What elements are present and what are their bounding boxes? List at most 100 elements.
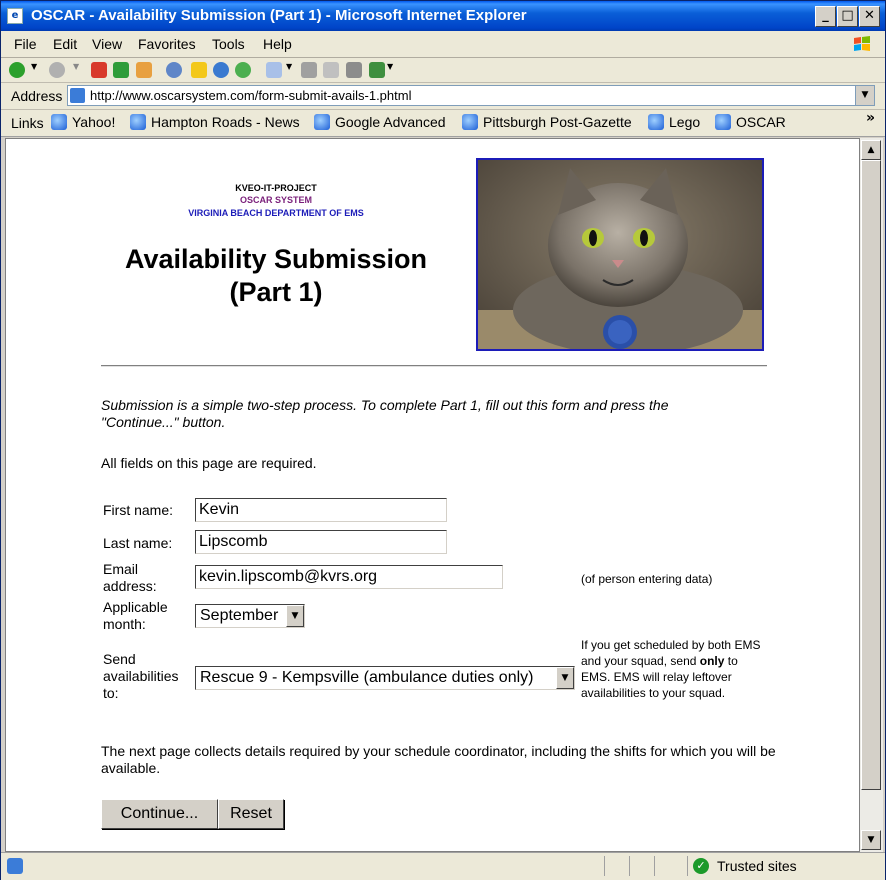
mail-dropdown-icon[interactable]: ▼	[286, 62, 294, 78]
send-to-select[interactable]: Rescue 9 - Kempsville (ambulance duties …	[195, 666, 575, 690]
forward-icon[interactable]	[49, 62, 65, 78]
vertical-scrollbar[interactable]: ▲ ▼	[860, 138, 883, 852]
link-yahoo[interactable]: Yahoo!	[51, 114, 115, 130]
title-bar[interactable]: e OSCAR - Availability Submission (Part …	[1, 1, 885, 31]
standard-toolbar: ▼ ▼ ▼ ▼	[1, 58, 885, 83]
discuss-icon[interactable]	[346, 62, 362, 78]
ie-page-icon	[648, 114, 664, 130]
send-label-line-3: to:	[103, 685, 119, 701]
email-input[interactable]	[195, 565, 503, 589]
stop-icon[interactable]	[91, 62, 107, 78]
email-note: (of person entering data)	[581, 572, 713, 586]
chevron-down-icon[interactable]: ▼	[286, 605, 304, 627]
chevron-more-icon[interactable]: »	[866, 110, 875, 126]
email-label: Email address:	[103, 561, 157, 595]
first-name-label: First name:	[103, 502, 174, 518]
continue-button[interactable]: Continue...	[101, 799, 218, 829]
divider	[101, 365, 767, 367]
scroll-up-icon[interactable]: ▲	[861, 140, 881, 160]
media-icon[interactable]	[213, 62, 229, 78]
ie-page-icon	[314, 114, 330, 130]
send-label-line-1: Send	[103, 651, 136, 667]
email-label-line-2: address:	[103, 578, 157, 594]
link-oscar[interactable]: OSCAR	[715, 114, 786, 130]
menu-tools[interactable]: Tools	[212, 36, 245, 52]
org-line-1: KVEO-IT-PROJECT	[235, 183, 317, 193]
page-status-icon	[7, 858, 23, 874]
send-to-select-value: Rescue 9 - Kempsville (ambulance duties …	[200, 669, 534, 686]
last-name-input[interactable]	[195, 530, 447, 554]
month-label-line-1: Applicable	[103, 599, 168, 615]
address-dropdown-icon[interactable]: ▼	[855, 86, 874, 105]
address-bar: Address http://www.oscarsystem.com/form-…	[1, 83, 885, 110]
link-pittsburgh-label: Pittsburgh Post-Gazette	[483, 114, 632, 130]
reset-button[interactable]: Reset	[218, 799, 284, 829]
first-name-input[interactable]	[195, 498, 447, 522]
back-icon[interactable]	[9, 62, 25, 78]
ie-page-icon	[715, 114, 731, 130]
link-pittsburgh[interactable]: Pittsburgh Post-Gazette	[462, 114, 632, 130]
menu-edit[interactable]: Edit	[53, 36, 77, 52]
link-google-advanced[interactable]: Google Advanced	[314, 114, 446, 130]
page-title-line-1: Availability Submission	[124, 244, 428, 274]
link-hampton-roads-label: Hampton Roads - News	[151, 114, 300, 130]
status-bar: ✓ Trusted sites	[1, 852, 885, 880]
status-divider	[654, 856, 655, 876]
home-icon[interactable]	[136, 62, 152, 78]
address-input[interactable]: http://www.oscarsystem.com/form-submit-a…	[67, 85, 875, 106]
forward-dropdown-icon[interactable]: ▼	[73, 62, 81, 78]
status-divider	[604, 856, 605, 876]
cat-photo	[476, 158, 764, 351]
links-bar: Links Yahoo! Hampton Roads - News Google…	[1, 110, 885, 137]
ie-page-icon	[130, 114, 146, 130]
menu-view[interactable]: View	[92, 36, 122, 52]
org-line-3: VIRGINIA BEACH DEPARTMENT OF EMS	[188, 208, 364, 218]
org-line-2: OSCAR SYSTEM	[239, 195, 312, 205]
menu-help[interactable]: Help	[263, 36, 292, 52]
link-lego[interactable]: Lego	[648, 114, 700, 130]
research-dropdown-icon[interactable]: ▼	[387, 62, 395, 78]
page-title-line-2: (Part 1)	[229, 277, 323, 307]
month-select-value: September	[200, 607, 279, 624]
page-content: KVEO-IT-PROJECT OSCAR SYSTEM VIRGINIA BE…	[5, 138, 860, 852]
minimize-button[interactable]: _	[815, 6, 836, 27]
menu-favorites[interactable]: Favorites	[138, 36, 196, 52]
address-url[interactable]: http://www.oscarsystem.com/form-submit-a…	[90, 88, 411, 103]
search-icon[interactable]	[166, 62, 182, 78]
print-icon[interactable]	[301, 62, 317, 78]
next-page-note: The next page collects details required …	[101, 743, 776, 776]
send-note: If you get scheduled by both EMS and you…	[581, 637, 761, 701]
chevron-down-icon[interactable]: ▼	[556, 667, 574, 689]
scroll-thumb[interactable]	[861, 160, 881, 790]
ie-app-icon[interactable]: e	[7, 8, 23, 24]
mail-icon[interactable]	[266, 62, 282, 78]
research-icon[interactable]	[369, 62, 385, 78]
ie-page-icon	[462, 114, 478, 130]
send-label-line-2: availabilities	[103, 668, 179, 684]
link-hampton-roads[interactable]: Hampton Roads - News	[130, 114, 300, 130]
email-label-line-1: Email	[103, 561, 139, 577]
edit-icon[interactable]	[323, 62, 339, 78]
menu-bar: File Edit View Favorites Tools Help	[1, 31, 885, 58]
refresh-icon[interactable]	[113, 62, 129, 78]
link-lego-label: Lego	[669, 114, 701, 130]
window-title: OSCAR - Availability Submission (Part 1)…	[31, 7, 527, 24]
last-name-label: Last name:	[103, 535, 173, 551]
address-label: Address	[11, 88, 63, 104]
ie-page-icon	[51, 114, 67, 130]
link-google-advanced-label: Google Advanced	[335, 114, 446, 130]
back-dropdown-icon[interactable]: ▼	[31, 62, 39, 78]
send-note-bold: only	[699, 654, 725, 668]
link-yahoo-label: Yahoo!	[72, 114, 116, 130]
close-button[interactable]: ✕	[859, 6, 880, 27]
links-label: Links	[11, 115, 44, 131]
intro-text: Submission is a simple two-step process.…	[101, 397, 669, 430]
maximize-button[interactable]: □	[837, 6, 858, 27]
favorites-star-icon[interactable]	[191, 62, 207, 78]
history-icon[interactable]	[235, 62, 251, 78]
month-select[interactable]: September ▼	[195, 604, 305, 628]
required-note: All fields on this page are required.	[101, 455, 317, 471]
security-zone: Trusted sites	[717, 858, 797, 874]
scroll-down-icon[interactable]: ▼	[861, 830, 881, 850]
menu-file[interactable]: File	[14, 36, 37, 52]
